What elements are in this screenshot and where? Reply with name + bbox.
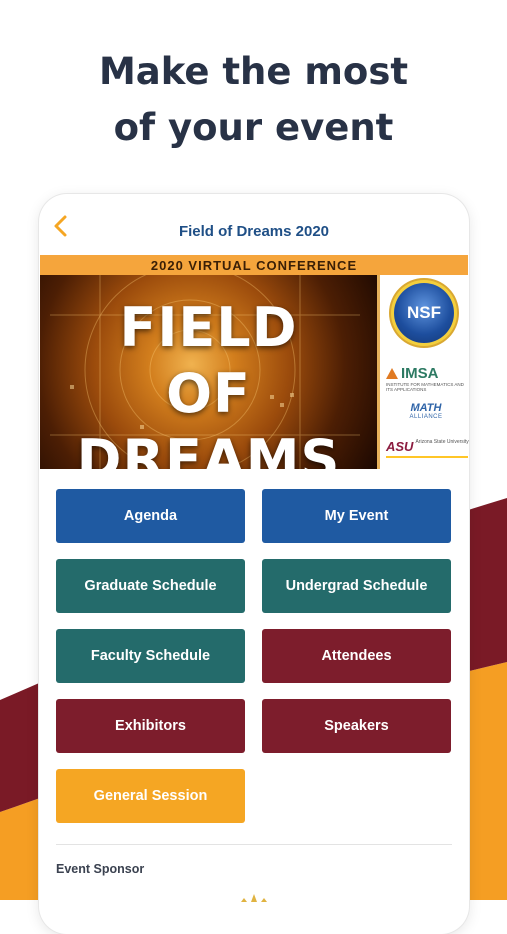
faculty-schedule-button[interactable]: Faculty Schedule — [56, 629, 245, 683]
conference-banner: 2020 VIRTUAL CONFERENCE FIELD OF DREAMS — [40, 255, 469, 469]
phone-frame: Field of Dreams 2020 2020 VIRTUAL CONFER… — [39, 194, 469, 934]
sponsor-logo-peek — [241, 894, 267, 902]
general-session-button[interactable]: General Session — [56, 769, 245, 823]
speakers-button[interactable]: Speakers — [262, 699, 451, 753]
hero-title-line-2: OF DREAMS — [76, 362, 341, 469]
math-alliance-logo: MATH ALLIANCE — [409, 402, 443, 420]
attendees-button[interactable]: Attendees — [262, 629, 451, 683]
sponsor-logo-panel: NSF IMSA Institute for Mathematics and i… — [377, 275, 469, 469]
imsa-logo: IMSA Institute for Mathematics and its A… — [386, 365, 464, 392]
asu-logo: ASU Arizona State University — [386, 439, 469, 458]
hero-title-line-1: FIELD — [119, 296, 298, 359]
banner-ribbon: 2020 VIRTUAL CONFERENCE — [40, 255, 468, 275]
my-event-button[interactable]: My Event — [262, 489, 451, 543]
agenda-button[interactable]: Agenda — [56, 489, 245, 543]
nsf-logo: NSF — [394, 283, 454, 343]
hero-image: FIELD OF DREAMS — [40, 275, 377, 469]
event-sponsor-label: Event Sponsor — [56, 862, 145, 876]
page-title: Field of Dreams 2020 — [178, 223, 330, 240]
promo-headline: Make the most of your event — [0, 44, 507, 156]
exhibitors-button[interactable]: Exhibitors — [56, 699, 245, 753]
promo-line-1: Make the most — [98, 50, 409, 93]
promo-line-2: of your event — [113, 106, 394, 149]
graduate-schedule-button[interactable]: Graduate Schedule — [56, 559, 245, 613]
nav-bar: Field of Dreams 2020 — [39, 194, 469, 254]
triangle-icon — [386, 368, 398, 379]
section-divider — [56, 844, 452, 845]
undergrad-schedule-button[interactable]: Undergrad Schedule — [262, 559, 451, 613]
